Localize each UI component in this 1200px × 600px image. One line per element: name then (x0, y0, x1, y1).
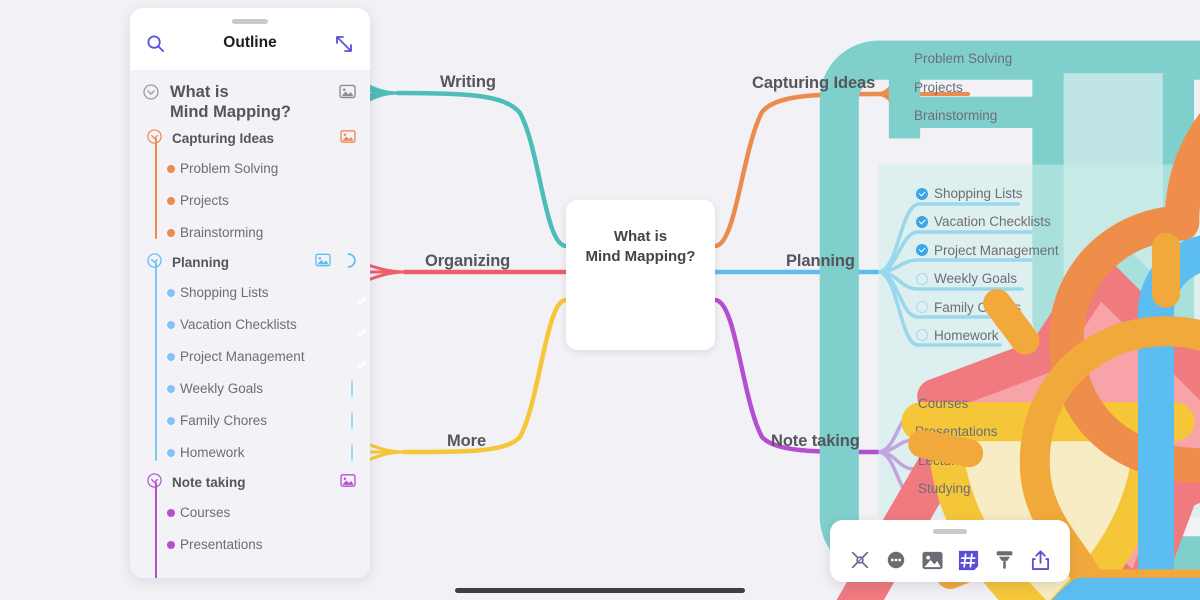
outline-item[interactable]: Presentations (130, 529, 370, 561)
outline-drag-handle[interactable] (232, 19, 268, 24)
search-icon[interactable] (146, 34, 165, 58)
outline-item[interactable]: Weekly Goals (130, 373, 370, 405)
outline-item-label: Homework (180, 445, 245, 461)
outline-item[interactable]: Vacation Checklists (130, 309, 370, 341)
outline-root-label: What is Mind Mapping? (170, 83, 291, 121)
outline-item[interactable]: Projects (130, 185, 370, 217)
map-node-writing[interactable]: Writing (440, 73, 496, 92)
outline-item-label: Weekly Goals (180, 381, 264, 397)
outline-item[interactable]: Family Chores (130, 405, 370, 437)
outline-item[interactable]: Project Management (130, 341, 370, 373)
outline-item-label: Vacation Checklists (180, 317, 297, 333)
bullet-dot (167, 320, 175, 329)
comment-icon[interactable] (883, 547, 909, 573)
map-node-more[interactable]: More (447, 432, 486, 451)
bullet-dot (167, 352, 175, 361)
outline-item[interactable]: Homework (130, 437, 370, 469)
bullet-dot (167, 540, 175, 549)
bullet-dot (167, 196, 175, 205)
outline-item-label: Shopping Lists (180, 285, 269, 301)
collapse-nodes-icon[interactable] (847, 547, 873, 573)
chevron-down-circle-icon[interactable] (143, 84, 159, 105)
outline-body[interactable]: What is Mind Mapping? Capturing Ideas Pr… (130, 70, 370, 578)
map-leaf-check-shopping-lists[interactable] (916, 188, 928, 200)
share-icon[interactable] (1027, 547, 1053, 573)
outline-group-planning[interactable]: Planning Shopping Lists Vacation Checkli… (130, 249, 370, 469)
toolbar-drag-handle[interactable] (933, 529, 967, 534)
outline-group-header[interactable]: Note taking (130, 469, 370, 497)
chevron-down-circle-icon[interactable] (147, 252, 162, 273)
bullet-dot (167, 448, 175, 457)
image-icon[interactable] (340, 473, 356, 492)
outline-item-label: Courses (180, 505, 231, 521)
format-brush-icon[interactable] (991, 547, 1017, 573)
outline-item-label: Presentations (180, 537, 263, 553)
image-icon[interactable] (339, 84, 356, 104)
outline-item[interactable]: Problem Solving (130, 153, 370, 185)
outline-panel[interactable]: Outline What is Mind Mapping? Capturing … (130, 8, 370, 578)
image-icon[interactable] (340, 129, 356, 148)
outline-group-header[interactable]: Capturing Ideas (130, 125, 370, 153)
outline-group-note-taking[interactable]: Note taking Courses Presentations (130, 469, 370, 578)
bottom-toolbar[interactable] (830, 520, 1070, 582)
outline-item-label: Projects (180, 193, 229, 209)
outline-item-label: Problem Solving (180, 161, 279, 177)
chevron-down-circle-icon[interactable] (147, 128, 162, 149)
map-node-organizing[interactable]: Organizing (425, 252, 510, 271)
outline-group-label: Planning (172, 255, 229, 271)
outline-item[interactable]: Shopping Lists (130, 277, 370, 309)
image-icon[interactable] (919, 547, 945, 573)
map-leaf-shopping-lists[interactable]: Shopping Lists (934, 186, 1023, 201)
map-leaf-problem-solving[interactable]: Problem Solving (914, 51, 1012, 66)
image-icon[interactable] (315, 253, 331, 272)
outline-group-label: Note taking (172, 475, 246, 491)
outline-item[interactable]: Courses (130, 497, 370, 529)
map-node-capturing-ideas[interactable]: Capturing Ideas (752, 74, 875, 93)
outline-checkbox[interactable] (351, 378, 353, 398)
expand-diagonal-icon[interactable] (334, 34, 354, 59)
map-leaf-projects[interactable]: Projects (914, 80, 963, 95)
bullet-dot (167, 228, 175, 237)
chevron-down-circle-icon[interactable] (147, 472, 162, 493)
outline-item-label: Project Management (180, 349, 305, 365)
bullet-dot (167, 164, 175, 173)
bullet-dot (167, 384, 175, 393)
outline-checkbox[interactable] (351, 410, 353, 430)
bullet-dot (167, 508, 175, 517)
bullet-dot (167, 288, 175, 297)
outline-group-capturing-ideas[interactable]: Capturing Ideas Problem Solving Projects… (130, 125, 370, 249)
mindmap-app-window: Writing Organizing More Capturing Ideas … (0, 0, 1200, 600)
outline-checkbox[interactable] (351, 442, 353, 462)
outline-item-label: Brainstorming (180, 225, 264, 241)
outline-header: Outline (130, 8, 370, 70)
outline-root-row[interactable]: What is Mind Mapping? (130, 79, 370, 125)
bullet-dot (167, 416, 175, 425)
tag-icon[interactable] (955, 547, 981, 573)
progress-ring-icon[interactable] (341, 252, 356, 273)
outline-item[interactable]: Brainstorming (130, 217, 370, 249)
map-leaf-brainstorming[interactable]: Brainstorming (914, 108, 997, 123)
outline-group-label: Capturing Ideas (172, 131, 275, 147)
map-center-node[interactable]: What is Mind Mapping? (566, 200, 1200, 600)
outline-group-header[interactable]: Planning (130, 249, 370, 277)
outline-item-label: Family Chores (180, 413, 268, 429)
